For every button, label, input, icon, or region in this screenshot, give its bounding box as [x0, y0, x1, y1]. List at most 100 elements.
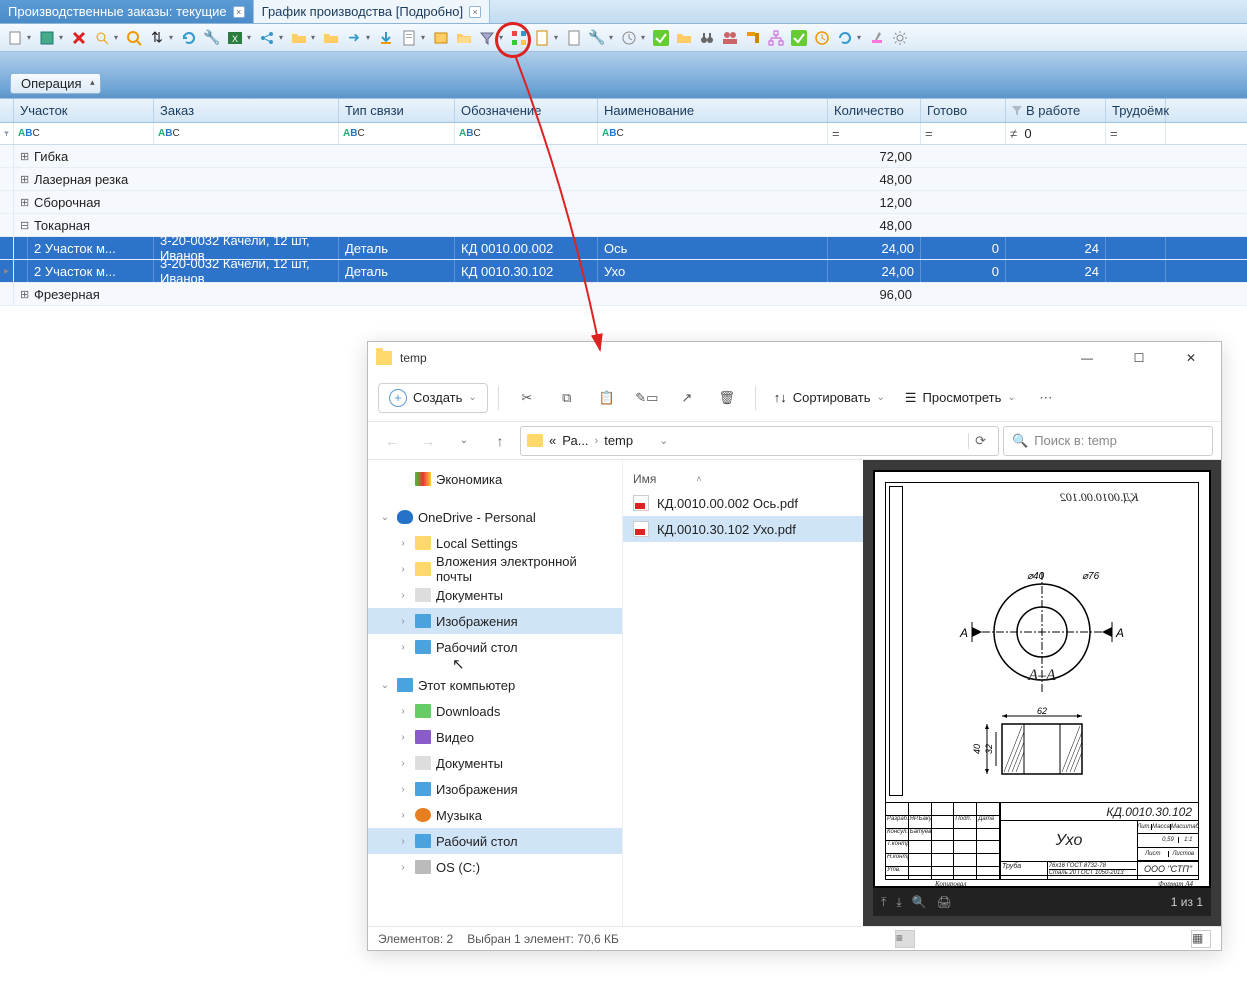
tree-node[interactable]: ⌄Этот компьютер — [368, 672, 622, 698]
sort-button[interactable]: ↑↓Сортировать⌄ — [766, 385, 893, 410]
export-up-icon[interactable]: ⤒ — [881, 895, 886, 910]
org-icon[interactable] — [765, 27, 787, 49]
clock-icon[interactable] — [618, 27, 640, 49]
expander[interactable]: ⊞ — [14, 145, 28, 167]
tree-node[interactable]: ›Вложения электронной почты — [368, 556, 622, 582]
chevron-icon[interactable]: › — [396, 564, 410, 575]
cell-oboznachenie[interactable]: КД 0010.00.002 — [455, 237, 598, 259]
tree-node[interactable]: ›OS (C:) — [368, 854, 622, 880]
cell-trudoemk[interactable] — [1106, 237, 1166, 259]
delete-icon[interactable]: 🗑 — [709, 380, 745, 416]
view-button[interactable]: ☰Просмотреть⌄ — [897, 385, 1024, 411]
dropdown-icon[interactable]: ▾ — [59, 33, 67, 42]
chevron-down-icon[interactable]: ⌄ — [659, 434, 668, 447]
forward-button[interactable]: → — [412, 425, 444, 457]
row-indicator[interactable]: ▸ — [0, 260, 14, 282]
dropdown-icon[interactable]: ▾ — [641, 33, 649, 42]
hammer-icon[interactable] — [742, 27, 764, 49]
tree-node[interactable]: ›Видео — [368, 724, 622, 750]
maximize-button[interactable]: ☐ — [1117, 343, 1161, 373]
doc2-icon[interactable] — [563, 27, 585, 49]
chevron-icon[interactable]: › — [396, 810, 410, 821]
recent-button[interactable]: ⌄ — [448, 425, 480, 457]
up-button[interactable]: ↑ — [484, 425, 516, 457]
save-icon[interactable] — [36, 27, 58, 49]
highlight-icon[interactable] — [866, 27, 888, 49]
group-name[interactable]: Гибка — [28, 145, 728, 167]
row-indicator[interactable] — [0, 191, 14, 213]
filter-input[interactable]: ≠ 0 — [1006, 123, 1106, 144]
breadcrumb-ellipsis[interactable]: « — [549, 433, 556, 448]
create-button[interactable]: + Создать ⌄ — [378, 383, 488, 413]
close-icon[interactable]: × — [233, 6, 245, 18]
cell-vrabote[interactable]: 24 — [1006, 237, 1106, 259]
breadcrumb-item[interactable]: temp — [604, 433, 633, 448]
dropdown-icon[interactable]: ▾ — [279, 33, 287, 42]
expander[interactable]: ⊞ — [14, 191, 28, 213]
delete-icon[interactable] — [68, 27, 90, 49]
operation-button[interactable]: Операция — [10, 73, 101, 94]
col-gotovo[interactable]: Готово — [921, 99, 1006, 122]
check-icon[interactable] — [650, 27, 672, 49]
row-indicator[interactable] — [0, 214, 14, 236]
cell-tip[interactable]: Деталь — [339, 260, 455, 282]
tree-node[interactable]: ›Документы — [368, 750, 622, 776]
refresh2-icon[interactable] — [834, 27, 856, 49]
export-down-icon[interactable]: ⤓ — [896, 895, 901, 910]
paste-icon[interactable]: 📋 — [589, 380, 625, 416]
file-list-header[interactable]: Имя˄ — [623, 468, 863, 490]
chevron-icon[interactable]: › — [396, 784, 410, 795]
chevron-icon[interactable]: › — [396, 616, 410, 627]
row-indicator[interactable] — [0, 145, 14, 167]
tree-node[interactable]: ⌄OneDrive - Personal — [368, 504, 622, 530]
group-name[interactable]: Фрезерная — [28, 283, 728, 305]
tree-node[interactable]: ›Документы — [368, 582, 622, 608]
filter-input[interactable]: = — [921, 123, 1006, 144]
chevron-icon[interactable]: › — [396, 706, 410, 717]
expander[interactable]: ⊞ — [14, 283, 28, 305]
group-name[interactable]: Лазерная резка — [28, 168, 728, 190]
cell-uchastok[interactable]: 2 Участок м... — [28, 260, 154, 282]
row-selector-header[interactable] — [0, 99, 14, 122]
users-icon[interactable] — [719, 27, 741, 49]
group-name[interactable]: Токарная — [28, 214, 728, 236]
zoom-icon[interactable]: 🔍 — [912, 895, 927, 909]
chevron-icon[interactable]: › — [396, 836, 410, 847]
folder3-icon[interactable] — [673, 27, 695, 49]
cell-oboznachenie[interactable]: КД 0010.30.102 — [455, 260, 598, 282]
more-icon[interactable]: ⋯ — [1028, 380, 1064, 416]
title-bar[interactable]: temp — ☐ ✕ — [368, 342, 1221, 374]
wrench-icon[interactable]: 🔧 — [201, 27, 223, 49]
expander[interactable]: ⊟ — [14, 214, 28, 236]
page-icon[interactable] — [398, 27, 420, 49]
cell-zakaz[interactable]: 3-20-0032 Качели, 12 шт, Иванов — [154, 260, 339, 282]
minimize-button[interactable]: — — [1065, 343, 1109, 373]
folder-icon[interactable] — [288, 27, 310, 49]
filter-input[interactable]: = — [828, 123, 921, 144]
dropdown-icon[interactable]: ▾ — [421, 33, 429, 42]
chevron-icon[interactable]: › — [396, 538, 410, 549]
close-icon[interactable]: × — [469, 6, 481, 18]
cell-tip[interactable]: Деталь — [339, 237, 455, 259]
expander[interactable]: ⊞ — [14, 168, 28, 190]
breadcrumb-item[interactable]: Ра... — [562, 433, 588, 448]
check2-icon[interactable] — [788, 27, 810, 49]
dropdown-icon[interactable]: ▾ — [114, 33, 122, 42]
dropdown-icon[interactable]: ▾ — [609, 33, 617, 42]
filter-input[interactable]: ABC — [14, 123, 154, 144]
forward-icon[interactable]: ➜ — [343, 27, 365, 49]
cut-icon[interactable]: ✂ — [509, 380, 545, 416]
chevron-icon[interactable]: › — [396, 732, 410, 743]
chevron-icon[interactable]: ⌄ — [378, 512, 392, 523]
search-input[interactable]: 🔍 Поиск в: temp — [1003, 426, 1213, 456]
tree-node[interactable]: ›Изображения — [368, 608, 622, 634]
close-button[interactable]: ✕ — [1169, 343, 1213, 373]
cell-naimenovanie[interactable]: Ось — [598, 237, 828, 259]
refresh-button[interactable]: ⟳ — [968, 433, 992, 449]
chevron-icon[interactable]: › — [396, 862, 410, 873]
dropdown-icon[interactable]: ▾ — [27, 33, 35, 42]
gear-icon[interactable] — [889, 27, 911, 49]
tree-icon[interactable] — [508, 27, 530, 49]
tree-node[interactable]: ›Рабочий стол — [368, 634, 622, 660]
folder-open-icon[interactable] — [453, 27, 475, 49]
